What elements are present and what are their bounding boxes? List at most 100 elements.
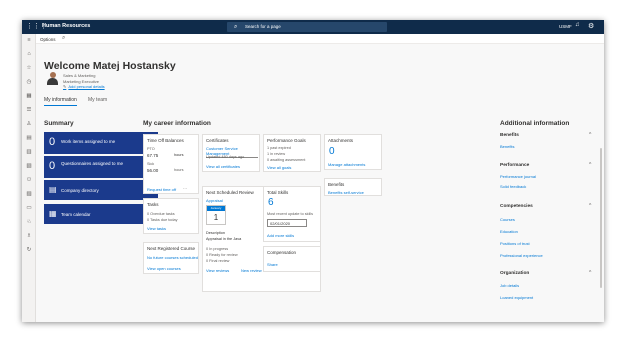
gear-icon[interactable]: ⚙ <box>588 22 594 30</box>
performance-section-header[interactable]: Performance <box>500 163 529 168</box>
compensation-title: Compensation <box>267 250 297 255</box>
tab-my-team[interactable]: My team <box>88 97 107 103</box>
manage-attachments-link[interactable]: Manage attachments <box>328 162 365 167</box>
work-items-tile[interactable]: 0 Work items assigned to me <box>44 132 158 154</box>
share-link[interactable]: Share <box>267 262 278 267</box>
education-link[interactable]: Education <box>500 229 518 234</box>
view-all-goals-link[interactable]: View all goals <box>267 165 291 170</box>
chevron-up-icon[interactable]: ^ <box>589 162 591 168</box>
hierarchy-icon[interactable]: ♗ <box>25 232 33 240</box>
page-title: Welcome Matej Hostansky <box>44 60 176 72</box>
app-launcher-icon[interactable]: ⋮⋮⋮ <box>26 22 47 32</box>
notification-bell-icon[interactable]: ♫ <box>575 22 580 28</box>
request-time-off-link[interactable]: Request time off <box>147 187 176 192</box>
team-calendar-tile[interactable]: ▦ Team calendar <box>44 204 158 224</box>
pencil-icon: ✎ <box>63 84 67 89</box>
team-calendar-label: Team calendar <box>61 212 91 217</box>
chevron-up-icon[interactable]: ^ <box>589 203 591 209</box>
clipboard-icon[interactable]: ▥ <box>25 148 33 156</box>
report-icon[interactable]: ▧ <box>25 162 33 170</box>
recent-clock-icon[interactable]: ◷ <box>25 78 33 86</box>
app-name[interactable]: Human Resources <box>42 23 90 29</box>
positions-of-trust-link[interactable]: Positions of trust <box>500 241 530 246</box>
people-icon[interactable]: ⚇ <box>25 176 33 184</box>
next-course-card: Next Registered Course No future courses… <box>143 242 199 274</box>
solid-feedback-link[interactable]: Solid feedback <box>500 184 526 189</box>
chevron-up-icon[interactable]: ^ <box>589 270 591 276</box>
skills-count: 6 <box>268 197 274 208</box>
organization-section-header[interactable]: Organization <box>500 271 529 276</box>
history-icon[interactable]: ↻ <box>25 246 33 254</box>
workspaces-icon[interactable]: ▦ <box>25 92 33 100</box>
favorites-star-icon[interactable]: ☆ <box>25 64 33 72</box>
top-navigation-bar: ⋮⋮⋮ Human Resources ⌕ Search for a page … <box>22 20 604 34</box>
summary-heading: Summary <box>44 120 74 127</box>
job-details-link[interactable]: Job details <box>500 283 519 288</box>
questionnaires-count: 0 <box>49 160 56 172</box>
skills-update-date: 02/01/2020 <box>267 219 307 227</box>
pto-balance: 67.75 <box>147 153 159 158</box>
person-icon[interactable]: ♙ <box>25 120 33 128</box>
new-review-link[interactable]: New review <box>241 268 262 273</box>
view-open-courses-link[interactable]: View open courses <box>147 266 181 271</box>
global-search-box[interactable]: ⌕ Search for a page <box>227 22 387 32</box>
tasks-title: Tasks <box>147 202 159 207</box>
app-window: ⋮⋮⋮ Human Resources ⌕ Search for a page … <box>22 20 604 322</box>
competencies-section-header[interactable]: Competencies <box>500 204 533 209</box>
add-personal-details-link[interactable]: ✎ Add personal details <box>63 84 105 89</box>
navigation-pane: ≡ ⌂ ☆ ◷ ▦ ☰ ♙ ▤ ▥ ▧ ⚇ ▨ ▭ ♘ ♗ ↻ <box>22 34 36 322</box>
document-icon[interactable]: ▤ <box>25 134 33 142</box>
options-menu[interactable]: Options <box>40 37 56 42</box>
review-description: Appraisal in the Java <box>206 237 242 241</box>
sick-balance: 56.00 <box>147 168 159 173</box>
certificate-updated: Updated 480 days ago <box>206 155 245 159</box>
organization-icon[interactable]: ♘ <box>25 218 33 226</box>
calendar-icon: ▦ <box>49 209 57 218</box>
benefits-self-service-link[interactable]: Benefits self-service <box>328 190 364 195</box>
tab-my-information[interactable]: My information <box>44 97 77 106</box>
performance-goals-title: Performance Goals <box>267 138 306 143</box>
home-icon[interactable]: ⌂ <box>25 50 33 58</box>
next-review-title: Next Scheduled Review <box>206 190 254 195</box>
view-reviews-link[interactable]: View reviews <box>206 268 229 273</box>
hamburger-menu-icon[interactable]: ≡ <box>25 36 33 44</box>
vertical-scrollbar[interactable] <box>600 148 602 288</box>
search-icon: ⌕ <box>234 24 238 30</box>
add-more-skills-link[interactable]: Add more skills <box>267 233 294 238</box>
company-directory-label: Company directory <box>61 188 99 193</box>
loaned-equipment-link[interactable]: Loaned equipment <box>500 295 533 300</box>
inbox-icon[interactable]: ▭ <box>25 204 33 212</box>
chevron-up-icon[interactable]: ^ <box>589 132 591 138</box>
search-icon[interactable]: ⌕ <box>62 35 65 42</box>
avatar[interactable] <box>47 72 58 85</box>
department-label: Sales & Marketing <box>63 73 96 78</box>
action-pane: Options ⌕ <box>36 34 604 44</box>
no-courses-message: No future courses scheduled <box>147 255 198 260</box>
more-options-icon[interactable]: ··· <box>183 186 187 191</box>
company-directory-tile[interactable]: ▤ Company directory <box>44 180 158 200</box>
benefits-section-header[interactable]: Benefits <box>500 133 519 138</box>
performance-goals-card: Performance Goals 1 past expired 1 in re… <box>263 134 321 172</box>
courses-link[interactable]: Courses <box>500 217 515 222</box>
view-tasks-link[interactable]: View tasks <box>147 226 166 231</box>
total-skills-title: Total Skills <box>267 190 289 195</box>
attachments-card: Attachments 0 Manage attachments <box>324 134 382 170</box>
chart-icon[interactable]: ▨ <box>25 190 33 198</box>
benefits-card: Benefits Benefits self-service <box>324 178 382 196</box>
professional-experience-link[interactable]: Professional experience <box>500 253 543 258</box>
attachments-title: Attachments <box>328 138 354 143</box>
review-status[interactable]: Appraisal <box>206 198 223 203</box>
compensation-card: Compensation Share <box>263 246 321 272</box>
questionnaires-label: Questionnaires assigned to me <box>61 161 124 166</box>
performance-journal-link[interactable]: Performance journal <box>500 174 536 179</box>
time-off-card: Time Off Balances PTO 67.75 hours Sick 5… <box>143 134 199 194</box>
search-placeholder: Search for a page <box>245 24 281 29</box>
certificates-card: Certificates Customer Service Management… <box>202 134 260 172</box>
view-all-certificates-link[interactable]: View all certificates <box>206 164 240 169</box>
modules-list-icon[interactable]: ☰ <box>25 106 33 114</box>
questionnaires-tile[interactable]: 0 Questionnaires assigned to me <box>44 156 158 178</box>
company-picker[interactable]: USMF <box>559 24 572 29</box>
benefits-link[interactable]: Benefits <box>500 144 514 149</box>
total-skills-card: Total Skills 6 Most recent update to ski… <box>263 186 321 242</box>
work-items-label: Work items assigned to me <box>61 139 116 144</box>
